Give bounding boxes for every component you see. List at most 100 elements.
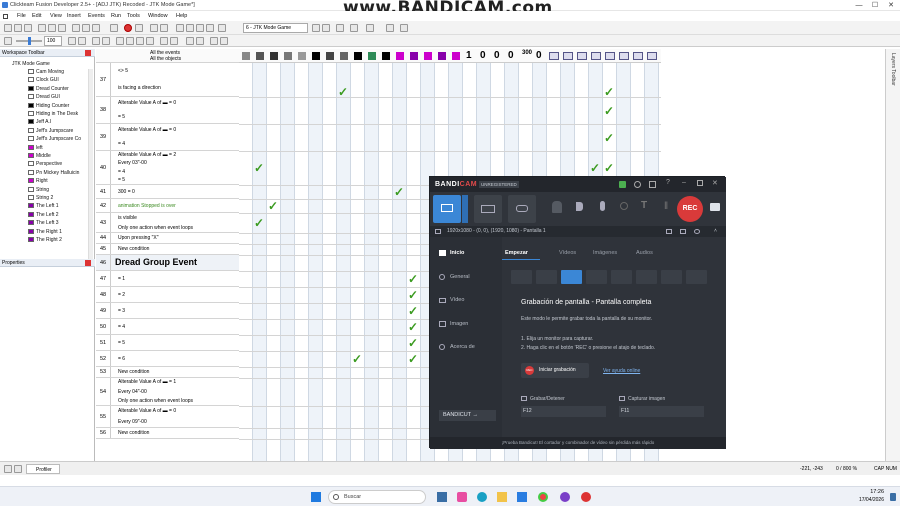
tree-item[interactable]: String <box>28 186 49 193</box>
event-row[interactable]: 50 = 4 <box>96 319 239 335</box>
tree-item[interactable]: Clock GUI <box>28 77 59 83</box>
string-column-icon[interactable] <box>591 52 601 60</box>
delete-icon[interactable] <box>72 24 80 32</box>
string-column-icon[interactable] <box>577 52 587 60</box>
counter-column-icon[interactable]: 0 <box>508 50 514 61</box>
audio-wave-icon[interactable] <box>694 229 700 234</box>
text-icon[interactable]: T <box>641 200 647 211</box>
tree-item[interactable]: Dread Counter <box>28 85 69 92</box>
zoom-slider-thumb[interactable] <box>28 37 31 45</box>
check-icon[interactable]: ✓ <box>604 162 614 174</box>
webcam-icon[interactable] <box>552 201 562 213</box>
menu-window[interactable]: Window <box>148 13 168 19</box>
event-row[interactable]: 42 animation Stopped is over <box>96 199 239 213</box>
toggle-icon[interactable] <box>210 37 218 45</box>
workspace-scrollbar[interactable] <box>88 69 93 259</box>
sidebar-item-acerca[interactable]: Acerca de <box>450 344 475 350</box>
check-icon[interactable]: ✓ <box>254 162 264 174</box>
properties-close-icon[interactable] <box>85 260 91 266</box>
frame-select[interactable]: 6 - JTK Mode Game <box>243 23 308 33</box>
action-icon[interactable] <box>136 37 144 45</box>
check-icon[interactable]: ✓ <box>408 273 418 285</box>
bandi-close-button[interactable]: ✕ <box>712 179 718 187</box>
grid-icon[interactable] <box>386 24 394 32</box>
data-elements-icon[interactable] <box>196 24 204 32</box>
game-mode-button[interactable] <box>508 195 536 223</box>
menu-events[interactable]: Events <box>88 13 105 19</box>
bandicut-banner[interactable]: BANDICUT → <box>439 410 496 421</box>
chrome-icon[interactable] <box>538 492 548 502</box>
mouse-area-icon[interactable] <box>586 270 607 284</box>
tree-item[interactable]: The Left 1 <box>28 203 59 209</box>
counter-column-icon[interactable]: 0 <box>536 50 542 61</box>
string-column-icon[interactable] <box>633 52 643 60</box>
windows-start-icon[interactable] <box>311 492 321 502</box>
object-column-icon[interactable] <box>284 52 292 60</box>
check-icon[interactable]: ✓ <box>604 86 614 98</box>
event-row[interactable]: 48 = 2 <box>96 287 239 303</box>
check-icon[interactable]: ✓ <box>394 186 404 198</box>
screen-mode-button[interactable] <box>433 195 461 223</box>
events-icon[interactable] <box>92 37 100 45</box>
object-column-icon[interactable] <box>410 52 418 60</box>
window-mode-icon[interactable] <box>611 270 632 284</box>
rectangle-mode-icon[interactable] <box>536 270 557 284</box>
layout-status-icon[interactable] <box>4 465 12 473</box>
help-icon[interactable]: ? <box>666 179 670 186</box>
breakpoint-icon[interactable] <box>196 37 204 45</box>
minimize-button[interactable]: — <box>852 1 866 10</box>
screen-mode-dropdown[interactable] <box>462 195 468 223</box>
event-row[interactable]: 44 Upon pressing "X" <box>96 233 239 244</box>
object-column-icon[interactable] <box>438 52 446 60</box>
record-hotkey-field[interactable]: F12 <box>521 406 606 417</box>
counter-column-icon[interactable]: 0 <box>480 50 486 61</box>
help-online-link[interactable]: Ver ayuda online <box>603 368 640 374</box>
app-menu-icon[interactable] <box>3 14 8 19</box>
camera-icon[interactable] <box>710 203 720 211</box>
device-mode-icon[interactable] <box>636 270 657 284</box>
app-icon-purple[interactable] <box>560 492 570 502</box>
event-row[interactable]: 45 New condition <box>96 244 239 255</box>
condition-icon[interactable] <box>126 37 134 45</box>
sidebar-item-general[interactable]: General <box>450 274 470 280</box>
tree-item[interactable]: The Left 2 <box>28 211 59 218</box>
copy-icon[interactable] <box>48 24 56 32</box>
tree-item[interactable]: Pn Mickey Halluicin <box>28 169 79 176</box>
tree-item[interactable]: Middle <box>28 153 51 159</box>
zoom-value[interactable]: 100 <box>44 36 62 46</box>
check-icon[interactable]: ✓ <box>338 86 348 98</box>
object-column-icon[interactable] <box>368 52 376 60</box>
undo-icon[interactable] <box>82 24 90 32</box>
search-icon[interactable] <box>4 37 12 45</box>
string-column-icon[interactable] <box>563 52 573 60</box>
cut-icon[interactable] <box>38 24 46 32</box>
find-icon[interactable] <box>170 37 178 45</box>
event-row[interactable]: 52 = 6 <box>96 351 239 367</box>
event-list-icon[interactable] <box>186 24 194 32</box>
profiler-tab[interactable]: Profiler <box>26 464 60 474</box>
tab-empezar[interactable]: Empezar <box>505 250 528 256</box>
workspace-close-icon[interactable] <box>85 50 91 56</box>
tree-item[interactable]: Hiding in The Desk <box>28 111 78 117</box>
tree-item[interactable]: The Left 3 <box>28 220 59 226</box>
frame-editor-icon[interactable] <box>160 24 168 32</box>
tree-item[interactable]: left <box>28 144 43 151</box>
object-column-icon[interactable] <box>270 52 278 60</box>
start-recording-button[interactable]: REC Iniciar grabación <box>521 363 589 378</box>
capture-hotkey-field[interactable]: F11 <box>619 406 704 417</box>
menu-edit[interactable]: Edit <box>32 13 41 19</box>
region-icon[interactable] <box>680 229 686 234</box>
zoom-icon[interactable] <box>218 24 226 32</box>
counter-column-icon[interactable]: 0 <box>494 50 500 61</box>
menu-help[interactable]: Help <box>176 13 187 19</box>
object-column-icon[interactable] <box>340 52 348 60</box>
tree-item[interactable]: String 2 <box>28 195 53 201</box>
menu-run[interactable]: Run <box>111 13 121 19</box>
object-column-icon[interactable] <box>298 52 306 60</box>
bandi-maximize-button[interactable] <box>697 180 703 186</box>
event-row[interactable]: 53 New condition <box>96 367 239 378</box>
search-box[interactable]: Buscar <box>328 490 426 504</box>
lock-icon[interactable] <box>619 181 626 188</box>
audio-mode-icon[interactable] <box>686 270 707 284</box>
tree-item[interactable]: Jeff's Jumpscare <box>28 127 73 134</box>
